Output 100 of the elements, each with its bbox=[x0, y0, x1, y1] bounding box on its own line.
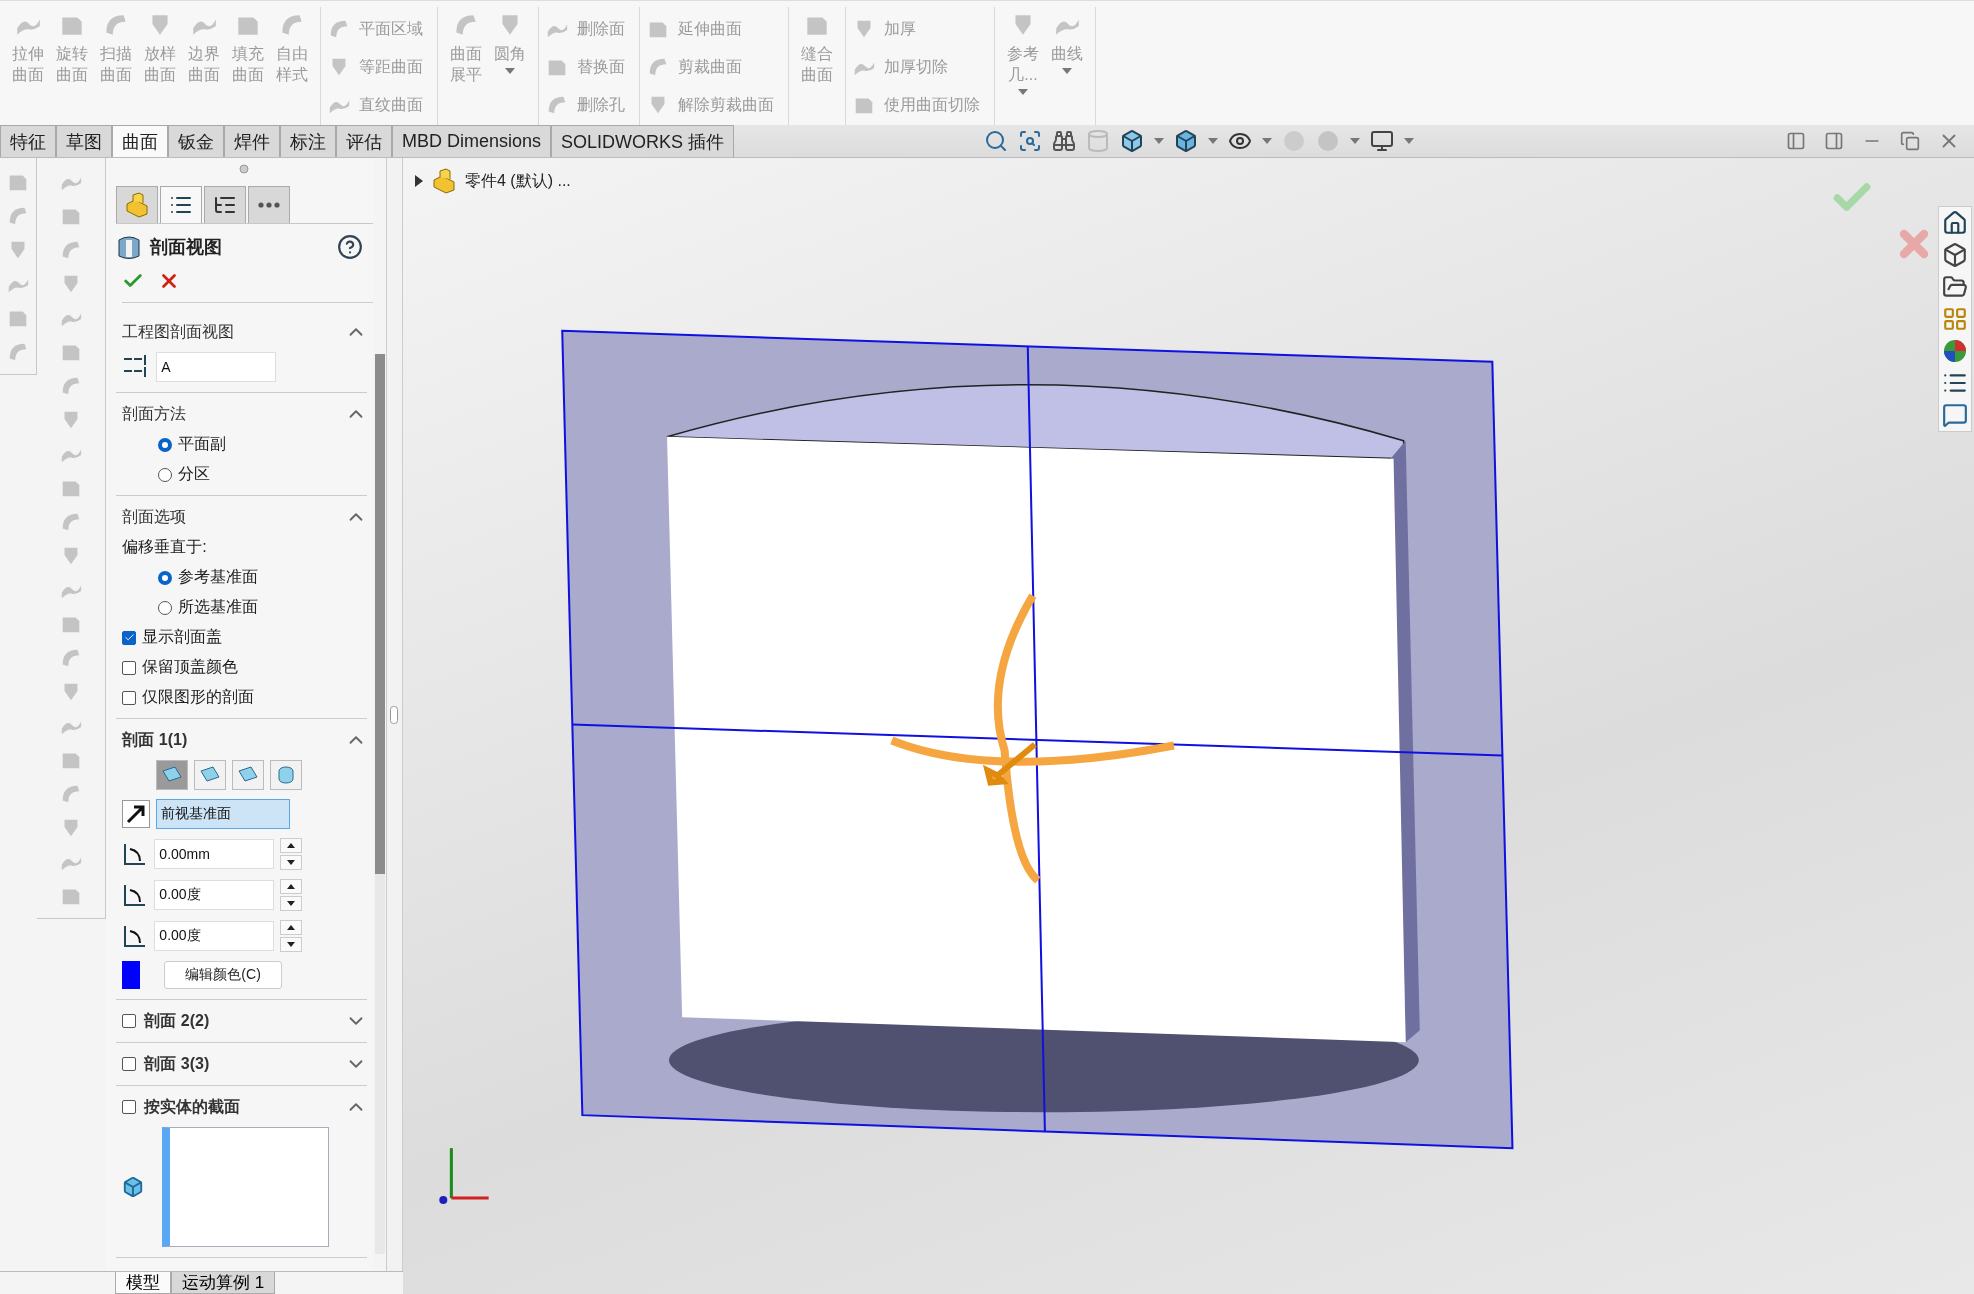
spin-down-button[interactable] bbox=[280, 937, 303, 952]
plane-mode-button[interactable] bbox=[194, 760, 227, 790]
magnifier-icon[interactable] bbox=[1018, 129, 1043, 153]
checkbox-label: 显示剖面盖 bbox=[142, 627, 223, 647]
bottom-tab[interactable]: 模型 bbox=[115, 1272, 171, 1294]
panel-title: 剖面视图 bbox=[150, 236, 223, 259]
axis-triad-drawing bbox=[439, 1148, 489, 1205]
plane-icon bbox=[199, 765, 222, 785]
checkbox[interactable] bbox=[122, 690, 137, 705]
ribbon-tab[interactable]: 焊件 bbox=[224, 125, 280, 157]
ribbon-tab[interactable]: 钣金 bbox=[168, 125, 224, 157]
checkbox[interactable] bbox=[122, 1057, 137, 1071]
down-caret-icon bbox=[287, 860, 296, 865]
plane-icon bbox=[237, 765, 260, 785]
checkbox[interactable] bbox=[122, 1014, 137, 1028]
checkbox-label: 仅限图形的剖面 bbox=[142, 687, 255, 707]
document-title[interactable]: 零件4 (默认) ... bbox=[465, 170, 571, 192]
spin-down-button[interactable] bbox=[280, 896, 303, 911]
ribbon-tab[interactable]: SOLIDWORKS 插件 bbox=[551, 125, 735, 157]
folder-icon[interactable] bbox=[1942, 274, 1968, 300]
up-caret-icon bbox=[287, 843, 296, 848]
scrollbar[interactable] bbox=[374, 354, 385, 1254]
down-caret-icon bbox=[287, 901, 296, 906]
grip-icon[interactable] bbox=[239, 164, 250, 174]
ribbon-tab[interactable]: 曲面 bbox=[112, 125, 168, 157]
radio-button[interactable] bbox=[158, 570, 173, 585]
plane-mode-button[interactable] bbox=[270, 760, 303, 790]
down-caret-icon bbox=[287, 942, 296, 947]
up-caret-icon bbox=[287, 925, 296, 930]
spin-up-button[interactable] bbox=[280, 838, 303, 853]
home-icon[interactable] bbox=[1942, 210, 1968, 236]
binoculars-icon[interactable] bbox=[1052, 129, 1077, 153]
color-ball-icon[interactable] bbox=[1942, 338, 1968, 364]
caret-icon[interactable] bbox=[1208, 138, 1219, 144]
spin-up-button[interactable] bbox=[280, 920, 303, 935]
section-title: 工程图剖面视图 bbox=[122, 321, 235, 342]
caret-icon[interactable] bbox=[1154, 138, 1165, 144]
section-title: 按实体的截面 bbox=[144, 1096, 241, 1117]
caption-text: 偏移垂直于: bbox=[122, 537, 208, 557]
radio-button[interactable] bbox=[158, 467, 173, 482]
option-label: 所选基准面 bbox=[178, 597, 259, 617]
input-field[interactable]: 0.00度 bbox=[154, 880, 275, 910]
section-title: 剖面选项 bbox=[122, 506, 187, 527]
body-list[interactable] bbox=[162, 1127, 330, 1247]
caret-icon[interactable] bbox=[1350, 138, 1361, 144]
ribbon-tab[interactable]: 标注 bbox=[280, 125, 336, 157]
checkbox-label: 保留顶盖颜色 bbox=[142, 657, 239, 677]
spin-up-button[interactable] bbox=[280, 879, 303, 894]
option-label: 参考基准面 bbox=[178, 567, 259, 587]
caret-icon[interactable] bbox=[1404, 138, 1415, 144]
ribbon-tab[interactable]: 评估 bbox=[336, 125, 392, 157]
chat-icon[interactable] bbox=[1942, 402, 1968, 428]
plane-mode-button[interactable] bbox=[232, 760, 265, 790]
panel-tab[interactable] bbox=[248, 186, 291, 223]
cube-icon[interactable] bbox=[1174, 129, 1199, 153]
ribbon-tab[interactable]: MBD Dimensions bbox=[392, 125, 552, 157]
plane-icon bbox=[161, 765, 184, 785]
more-icon bbox=[258, 202, 281, 208]
splitter-handle[interactable] bbox=[390, 705, 399, 724]
restore-icon[interactable] bbox=[1900, 131, 1920, 151]
edit-color-button[interactable]: 编辑颜色(C) bbox=[164, 961, 282, 989]
input-field[interactable]: A bbox=[156, 352, 277, 382]
caret-icon[interactable] bbox=[1262, 138, 1273, 144]
cube-icon bbox=[122, 1176, 145, 1198]
magnifier-icon[interactable] bbox=[984, 129, 1009, 153]
checkbox[interactable] bbox=[122, 660, 137, 675]
part-icon bbox=[124, 192, 151, 218]
input-field[interactable]: 0.00度 bbox=[154, 921, 275, 951]
panel-tab[interactable] bbox=[204, 186, 247, 223]
panel-right-icon[interactable] bbox=[1824, 131, 1844, 151]
checkbox[interactable] bbox=[122, 1100, 137, 1114]
bottom-tab[interactable]: 运动算例 1 bbox=[171, 1272, 276, 1294]
option-label: 平面副 bbox=[178, 434, 227, 454]
plane-mode-button[interactable] bbox=[156, 760, 189, 790]
up-caret-icon bbox=[287, 884, 296, 889]
ribbon-tab[interactable]: 特征 bbox=[0, 125, 56, 157]
cylinder-icon[interactable] bbox=[1086, 129, 1111, 153]
input-field[interactable]: 0.00mm bbox=[154, 839, 275, 869]
ribbon-tab[interactable]: 草图 bbox=[56, 125, 112, 157]
grid-icon[interactable] bbox=[1942, 306, 1968, 332]
spin-down-button[interactable] bbox=[280, 855, 303, 870]
panel-tab[interactable] bbox=[160, 186, 203, 223]
monitor-icon[interactable] bbox=[1370, 129, 1395, 153]
cube-icon[interactable] bbox=[1942, 242, 1968, 268]
help-icon[interactable] bbox=[336, 234, 363, 260]
section-title: 剖面 3(3) bbox=[144, 1053, 210, 1074]
section-title: 剖面 2(2) bbox=[144, 1010, 210, 1031]
radio-button[interactable] bbox=[158, 437, 173, 452]
section-title: 剖面 1(1) bbox=[122, 729, 188, 750]
section-title: 剖面方法 bbox=[122, 403, 187, 424]
expand-arrow-icon[interactable] bbox=[415, 175, 423, 187]
reference-field[interactable]: 前视基准面 bbox=[156, 799, 291, 829]
section-view-icon bbox=[116, 234, 143, 260]
part-icon bbox=[431, 168, 457, 194]
checkbox[interactable] bbox=[122, 630, 137, 645]
rotation-handle-drawing[interactable] bbox=[890, 593, 1175, 884]
panel-left-icon[interactable] bbox=[1786, 131, 1806, 151]
cube-icon[interactable] bbox=[1120, 129, 1145, 153]
option-label: 分区 bbox=[178, 464, 211, 484]
radio-button[interactable] bbox=[158, 600, 173, 615]
